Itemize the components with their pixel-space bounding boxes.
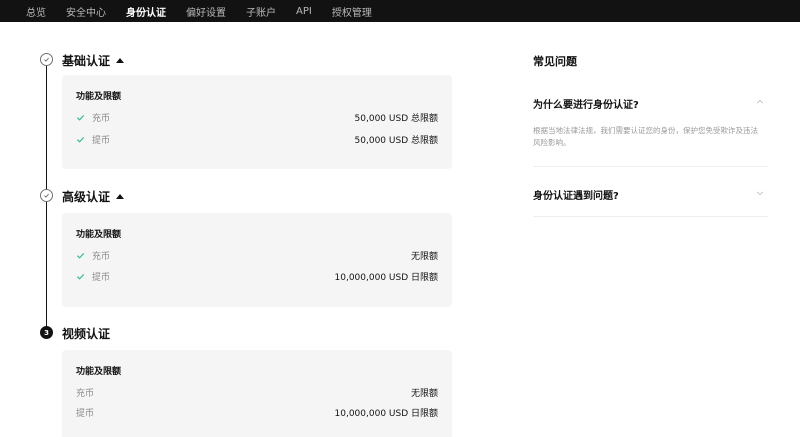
step-3-title: 视频认证 (62, 325, 110, 342)
check-icon (76, 135, 86, 144)
step-3-row-deposit: 充币 (76, 386, 94, 399)
step-1-row-deposit: 充币 (76, 111, 110, 124)
chevron-up-icon[interactable] (756, 98, 764, 106)
step-3-row-deposit-value: 无限额 (410, 389, 438, 399)
step-3-card-heading: 功能及限额 (76, 367, 122, 377)
step-3-row-deposit-label: 充币 (76, 389, 95, 399)
step-1-row-withdraw-label: 提币 (92, 136, 111, 146)
step-3-card: 功能及限额 充币 无限额 提币 10,000,000 USD 日限额 (62, 350, 452, 437)
step-3-row-withdraw: 提币 (76, 406, 94, 419)
check-icon (76, 113, 86, 122)
step-1-check-icon (40, 53, 53, 66)
nav-item-api[interactable]: API (296, 6, 312, 17)
nav-item-identity-verification[interactable]: 身份认证 (126, 4, 166, 19)
step-2-card-heading: 功能及限额 (76, 230, 122, 240)
nav-item-preferences[interactable]: 偏好设置 (186, 4, 226, 19)
step-2-row-deposit: 充币 (76, 249, 110, 262)
nav-item-sub-accounts[interactable]: 子账户 (246, 4, 276, 19)
step-2-check-icon (40, 189, 53, 202)
faq-item-problems[interactable]: 身份认证遇到问题? (533, 187, 768, 202)
check-icon (76, 272, 86, 281)
step-1-row-withdraw-value: 50,000 USD 总限额 (354, 136, 438, 146)
check-icon (76, 251, 86, 260)
step-2-card: 功能及限额 充币 无限额 提币 10,000,000 USD 日限额 (62, 213, 452, 307)
step-1-collapse-icon[interactable] (116, 58, 125, 63)
step-2-row-withdraw: 提币 (76, 270, 110, 283)
step-2-row-deposit-label: 充币 (92, 252, 111, 262)
step-2-title: 高级认证 (62, 188, 125, 205)
faq-title: 常见问题 (533, 55, 577, 68)
step-2-title-text: 高级认证 (62, 190, 111, 204)
step-1-row-withdraw: 提币 (76, 133, 110, 146)
step-1-row-deposit-value: 50,000 USD 总限额 (354, 114, 438, 124)
nav-item-security-center[interactable]: 安全中心 (66, 4, 106, 19)
step-1-title: 基础认证 (62, 52, 125, 69)
chevron-down-icon[interactable] (756, 189, 764, 197)
step-3-row-withdraw-label: 提币 (76, 409, 95, 419)
step-2-row-withdraw-value: 10,000,000 USD 日限额 (334, 273, 438, 283)
step-3-row-withdraw-value: 10,000,000 USD 日限额 (334, 409, 438, 419)
faq-divider (533, 166, 768, 167)
nav-item-overview[interactable]: 总览 (26, 4, 46, 19)
faq-divider (533, 216, 768, 217)
step-1-card-heading: 功能及限额 (76, 92, 122, 102)
step-2-row-withdraw-label: 提币 (92, 273, 111, 283)
step-2-row-deposit-value: 无限额 (410, 252, 438, 262)
nav-item-authorization[interactable]: 授权管理 (332, 4, 372, 19)
faq-item-why-verify[interactable]: 为什么要进行身份认证? 根据当地法律法规，我们需要认证您的身份，保护您免受欺诈及… (533, 96, 768, 149)
step-2-collapse-icon[interactable] (116, 194, 125, 199)
faq-answer-why-verify: 根据当地法律法规，我们需要认证您的身份，保护您免受欺诈及违法风险影响。 (533, 126, 758, 147)
step-3-title-text: 视频认证 (62, 327, 111, 341)
top-nav: 总览 安全中心 身份认证 偏好设置 子账户 API 授权管理 (0, 0, 800, 22)
step-1-title-text: 基础认证 (62, 54, 111, 68)
step-1-row-deposit-label: 充币 (92, 114, 111, 124)
step-3-number-badge: 3 (40, 326, 53, 339)
faq-question-why-verify[interactable]: 为什么要进行身份认证? (533, 96, 768, 111)
step-1-card: 功能及限额 充币 50,000 USD 总限额 提币 50,000 USD 总限… (62, 75, 452, 169)
faq-question-problems[interactable]: 身份认证遇到问题? (533, 187, 768, 202)
